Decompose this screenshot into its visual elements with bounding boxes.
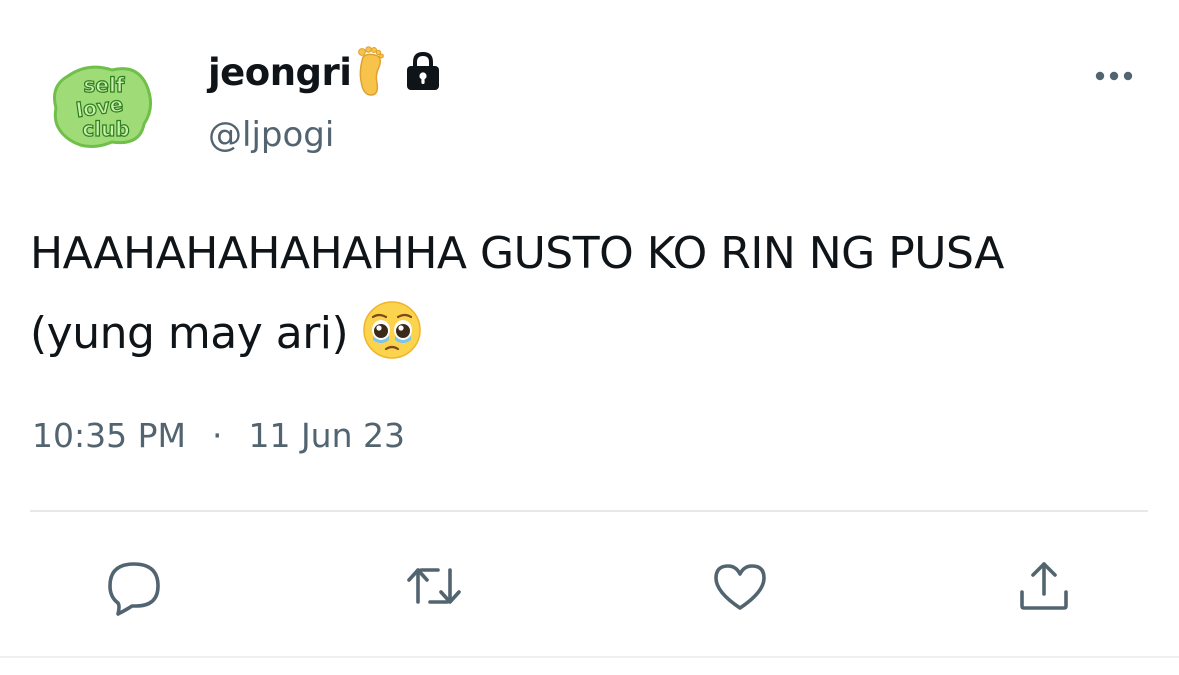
- tweet-text: HAAHAHAHAHAHHA GUSTO KO RIN NG PUSA (yun…: [30, 214, 1155, 374]
- user-name-row: jeongri: [208, 40, 445, 104]
- retweet-button[interactable]: [404, 556, 464, 616]
- more-options-button[interactable]: [1090, 64, 1138, 88]
- tweet-text-line: (yung may ari): [30, 308, 349, 359]
- reply-icon: [108, 562, 160, 616]
- avatar[interactable]: self love club: [48, 62, 158, 152]
- user-handle[interactable]: @ljpogi: [208, 118, 334, 152]
- reply-button[interactable]: [104, 556, 164, 616]
- tweet-text-line: HAAHAHAHAHAHHA GUSTO KO RIN NG PUSA: [30, 228, 1004, 279]
- avatar-text-line: club: [82, 117, 129, 141]
- bottom-border: [0, 656, 1179, 658]
- tweet-text-line-2: (yung may ari): [30, 294, 1155, 374]
- timestamp-separator: ·: [211, 416, 223, 455]
- share-button[interactable]: [1014, 556, 1074, 616]
- tweet-timestamp[interactable]: 10:35 PM · 11 Jun 23: [32, 414, 405, 458]
- heart-icon: [714, 564, 766, 610]
- display-name[interactable]: jeongri: [208, 54, 352, 91]
- more-dots-icon: [1095, 71, 1133, 81]
- divider: [30, 510, 1148, 512]
- tweet-time: 10:35 PM: [32, 416, 186, 455]
- retweet-icon: [407, 568, 461, 604]
- share-icon: [1020, 562, 1068, 610]
- like-button[interactable]: [710, 556, 770, 616]
- pleading-face-emoji-icon: [363, 301, 421, 359]
- foot-emoji-icon: [358, 46, 385, 96]
- lock-icon: [407, 51, 440, 90]
- tweet-date: 11 Jun 23: [248, 416, 405, 455]
